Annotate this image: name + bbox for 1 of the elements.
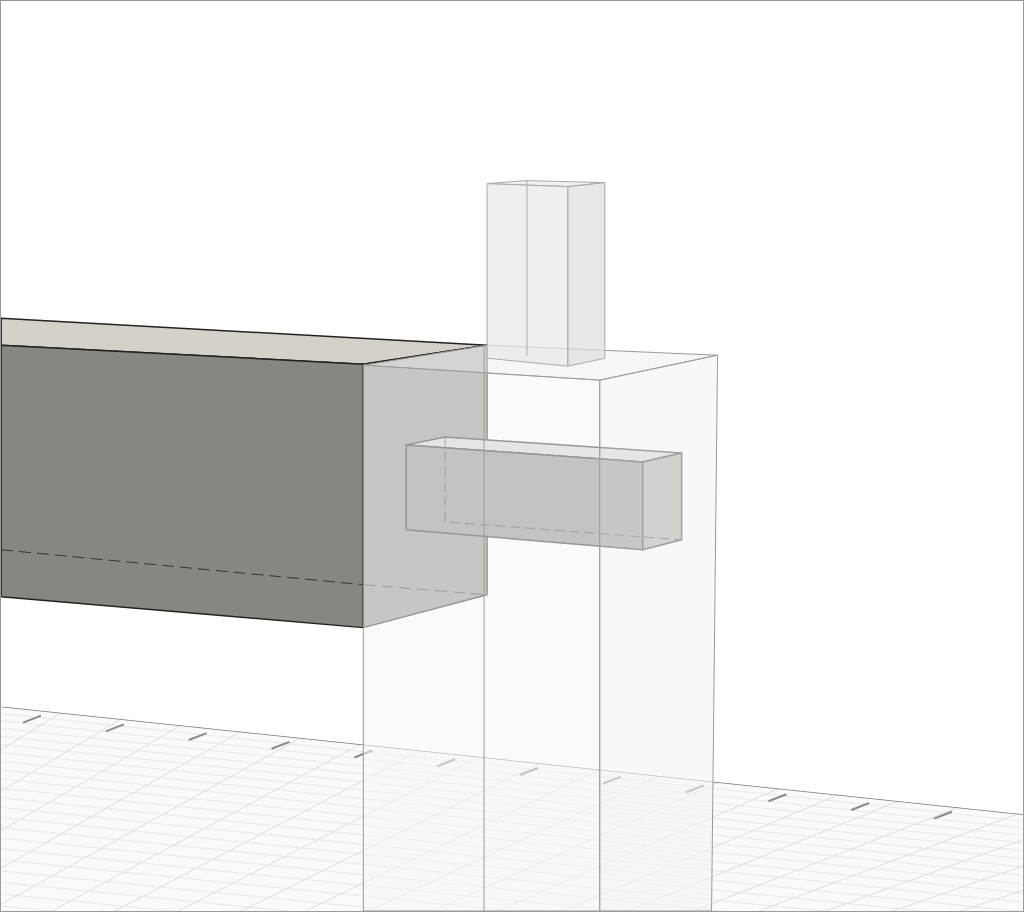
model-viewport[interactable] (0, 0, 1024, 912)
